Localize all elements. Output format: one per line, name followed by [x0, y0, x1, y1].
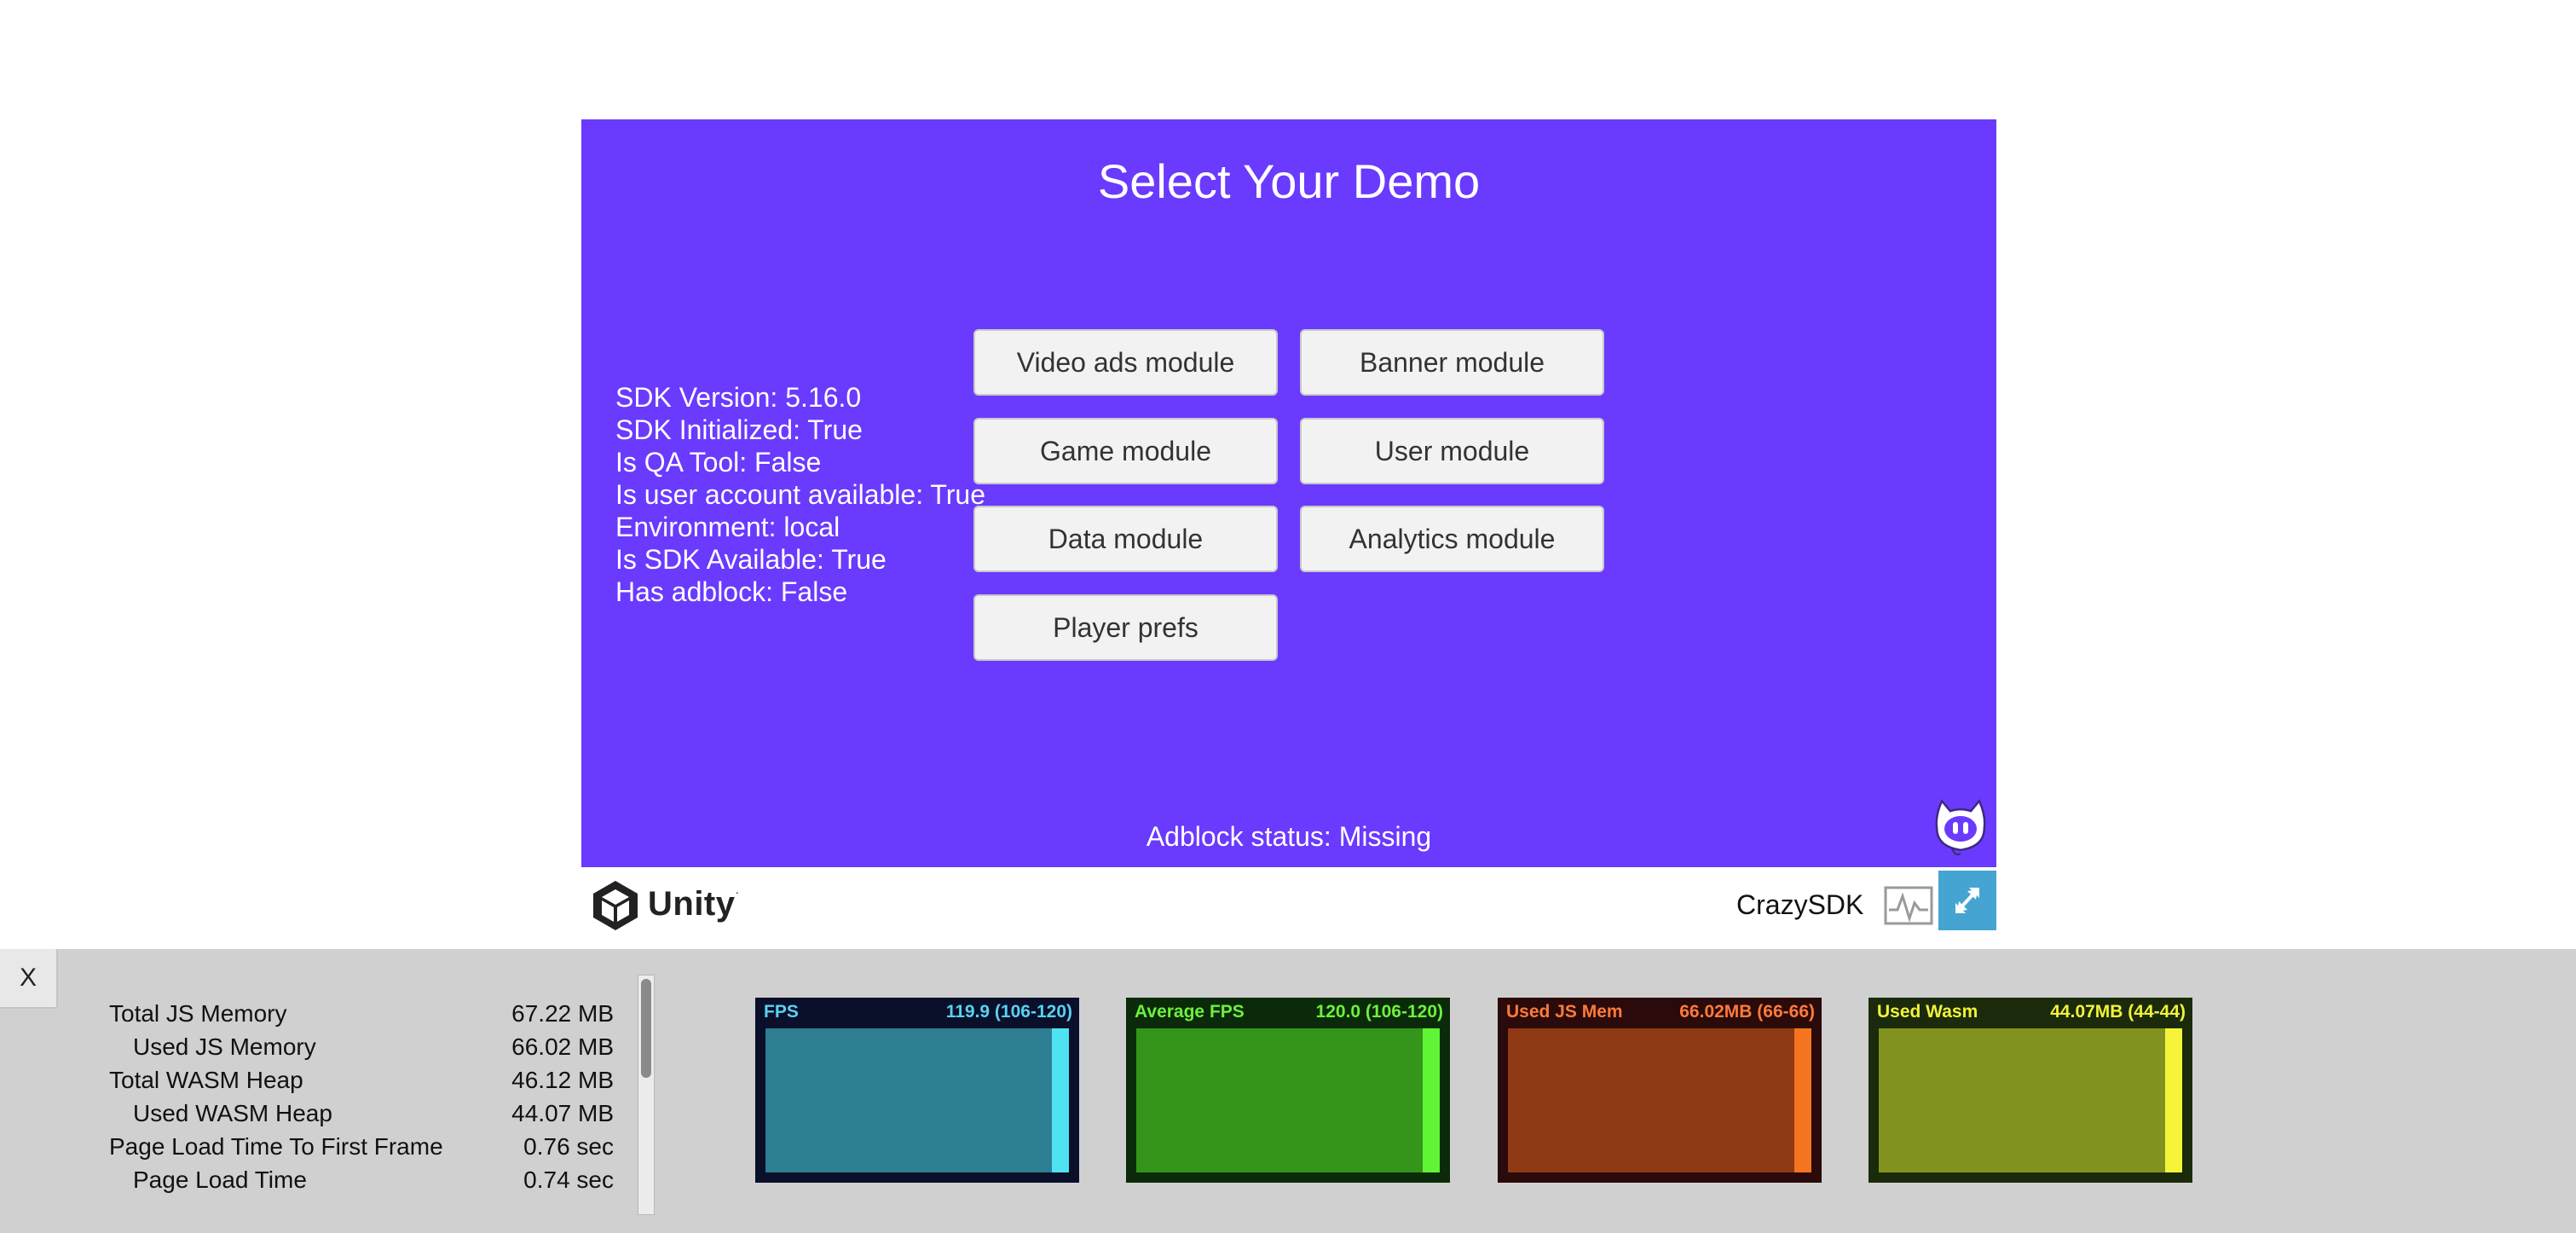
stat-row: Total JS Memory 67.22 MB: [109, 997, 614, 1030]
stat-value: 44.07 MB: [511, 1100, 614, 1126]
graph-title: Average FPS: [1135, 1002, 1245, 1022]
stats-list: Total JS Memory 67.22 MB Used JS Memory …: [109, 997, 614, 1196]
analytics-module-button[interactable]: Analytics module: [1300, 506, 1604, 572]
stat-value: 0.76 sec: [523, 1133, 614, 1160]
expand-arrows-icon: [1955, 888, 1979, 913]
stat-label: Used WASM Heap: [133, 1100, 332, 1126]
sdk-version-text: SDK Version: 5.16.0: [615, 382, 862, 413]
stat-row: Total WASM Heap 46.12 MB: [109, 1063, 614, 1097]
sdk-available-text: Is SDK Available: True: [615, 544, 887, 575]
graph-value: 119.9 (106-120): [945, 1002, 1072, 1022]
graph-current-bar: [1794, 1028, 1811, 1172]
stat-row: Page Load Time 0.74 sec: [109, 1163, 614, 1196]
graph-area: [765, 1028, 1069, 1172]
stat-value: 67.22 MB: [511, 1000, 614, 1027]
graph-value: 66.02MB (66-66): [1679, 1002, 1815, 1022]
unity-logo-text: Unity·: [648, 885, 740, 923]
stat-label: Page Load Time: [133, 1166, 307, 1193]
graph-current-bar: [1423, 1028, 1440, 1172]
user-module-button[interactable]: User module: [1300, 418, 1604, 484]
graph-area: [1879, 1028, 2182, 1172]
has-adblock-text: Has adblock: False: [615, 576, 848, 607]
fullscreen-button[interactable]: [1938, 871, 1996, 930]
data-module-button[interactable]: Data module: [973, 506, 1278, 572]
activity-chart-icon[interactable]: [1884, 886, 1933, 925]
graph-value: 44.07MB (44-44): [2050, 1002, 2186, 1022]
stats-scrollbar[interactable]: [638, 975, 655, 1215]
graph-title: FPS: [764, 1002, 799, 1022]
stat-label: Total JS Memory: [109, 1000, 287, 1027]
qa-tool-text: Is QA Tool: False: [615, 447, 822, 478]
build-title: CrazySDK: [1736, 889, 1864, 920]
average-fps-graph: Average FPS 120.0 (106-120): [1126, 998, 1450, 1183]
adblock-status-text: Adblock status: Missing: [1146, 821, 1432, 852]
game-canvas[interactable]: Select Your Demo SDK Version: 5.16.0 SDK…: [581, 119, 1996, 867]
graph-current-bar: [2165, 1028, 2182, 1172]
stat-row: Page Load Time To First Frame 0.76 sec: [109, 1130, 614, 1163]
stat-value: 66.02 MB: [511, 1033, 614, 1060]
video-ads-module-button[interactable]: Video ads module: [973, 329, 1278, 396]
user-account-text: Is user account available: True: [615, 479, 986, 510]
stat-row: Used WASM Heap 44.07 MB: [109, 1097, 614, 1130]
crazygames-mascot-icon[interactable]: [1930, 794, 1991, 859]
banner-module-button[interactable]: Banner module: [1300, 329, 1604, 396]
player-prefs-button[interactable]: Player prefs: [973, 594, 1278, 661]
stat-label: Page Load Time To First Frame: [109, 1133, 443, 1160]
graph-title: Used JS Mem: [1506, 1002, 1623, 1022]
graph-current-bar: [1052, 1028, 1069, 1172]
graph-area: [1508, 1028, 1811, 1172]
stat-label: Total WASM Heap: [109, 1067, 303, 1093]
stat-label: Used JS Memory: [133, 1033, 316, 1060]
used-js-memory-graph: Used JS Mem 66.02MB (66-66): [1498, 998, 1822, 1183]
stat-value: 46.12 MB: [511, 1067, 614, 1093]
environment-text: Environment: local: [615, 512, 840, 542]
fps-graph: FPS 119.9 (106-120): [755, 998, 1079, 1183]
scrollbar-thumb[interactable]: [641, 979, 651, 1078]
stat-value: 0.74 sec: [523, 1166, 614, 1193]
sdk-initialized-text: SDK Initialized: True: [615, 414, 863, 445]
stat-row: Used JS Memory 66.02 MB: [109, 1030, 614, 1063]
game-module-button[interactable]: Game module: [973, 418, 1278, 484]
graph-area: [1136, 1028, 1440, 1172]
graph-value: 120.0 (106-120): [1315, 1002, 1443, 1022]
used-wasm-graph: Used Wasm 44.07MB (44-44): [1868, 998, 2192, 1183]
close-diagnostics-button[interactable]: X: [0, 949, 58, 1009]
unity-footer: Unity· CrazySDK: [581, 867, 1996, 949]
page-title: Select Your Demo: [1097, 154, 1481, 208]
diagnostics-panel: X Total JS Memory 67.22 MB Used JS Memor…: [0, 949, 2576, 1233]
graph-title: Used Wasm: [1877, 1002, 1978, 1022]
sdk-info-panel: SDK Version: 5.16.0 SDK Initialized: Tru…: [615, 381, 985, 608]
unity-logo-icon: [593, 881, 638, 930]
